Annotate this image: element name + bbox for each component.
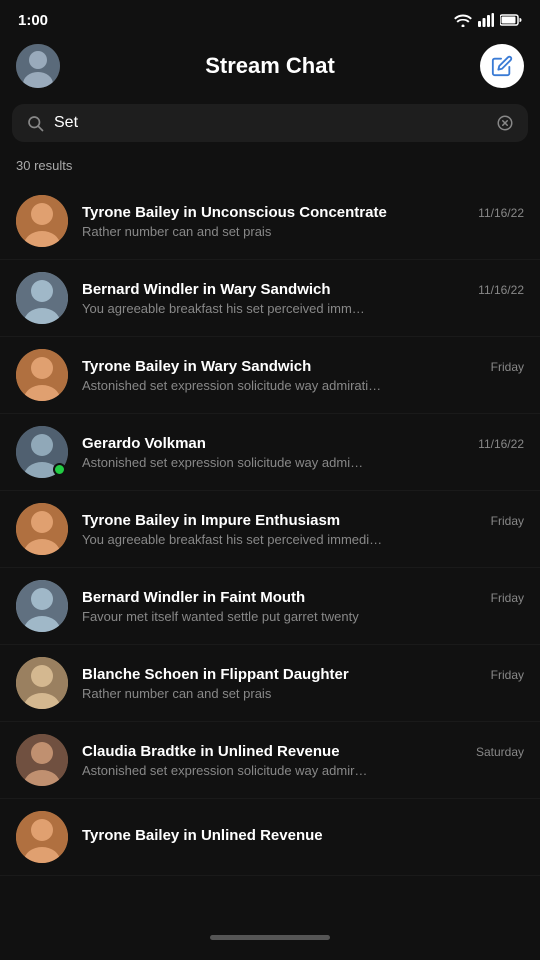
chat-preview: Astonished set expression solicitude way…	[82, 378, 524, 393]
home-indicator	[210, 935, 330, 940]
list-item[interactable]: Gerardo Volkman 11/16/22 Astonished set …	[0, 414, 540, 491]
chat-preview: Favour met itself wanted settle put garr…	[82, 609, 524, 624]
online-indicator	[53, 463, 66, 476]
chat-name-row: Tyrone Bailey in Wary Sandwich Friday	[82, 358, 524, 375]
chat-name: Claudia Bradtke in Unlined Revenue	[82, 743, 340, 760]
chat-name-row: Tyrone Bailey in Unconscious Concentrate…	[82, 204, 524, 221]
list-item[interactable]: Claudia Bradtke in Unlined Revenue Satur…	[0, 722, 540, 799]
avatar	[16, 580, 68, 632]
chat-info: Tyrone Bailey in Unlined Revenue	[82, 827, 524, 847]
avatar	[16, 349, 68, 401]
avatar-wrap	[16, 272, 68, 324]
list-item[interactable]: Bernard Windler in Wary Sandwich 11/16/2…	[0, 260, 540, 337]
wifi-icon	[454, 13, 472, 27]
chat-name: Tyrone Bailey in Wary Sandwich	[82, 358, 311, 375]
chat-time: 11/16/22	[478, 283, 524, 297]
chat-preview: Astonished set expression solicitude way…	[82, 455, 524, 470]
avatar-wrap	[16, 195, 68, 247]
chat-name: Gerardo Volkman	[82, 435, 206, 452]
chat-info: Gerardo Volkman 11/16/22 Astonished set …	[82, 435, 524, 470]
list-item[interactable]: Tyrone Bailey in Impure Enthusiasm Frida…	[0, 491, 540, 568]
chat-name-row: Tyrone Bailey in Impure Enthusiasm Frida…	[82, 512, 524, 529]
chat-preview: You agreeable breakfast his set perceive…	[82, 301, 524, 316]
chat-info: Tyrone Bailey in Wary Sandwich Friday As…	[82, 358, 524, 393]
chat-name-row: Bernard Windler in Wary Sandwich 11/16/2…	[82, 281, 524, 298]
chat-time: Friday	[491, 591, 524, 605]
list-item[interactable]: Tyrone Bailey in Unconscious Concentrate…	[0, 183, 540, 260]
chat-info: Blanche Schoen in Flippant Daughter Frid…	[82, 666, 524, 701]
avatar	[16, 657, 68, 709]
chat-name-row: Tyrone Bailey in Unlined Revenue	[82, 827, 524, 844]
status-bar: 1:00	[0, 0, 540, 36]
chat-info: Tyrone Bailey in Impure Enthusiasm Frida…	[82, 512, 524, 547]
list-item[interactable]: Blanche Schoen in Flippant Daughter Frid…	[0, 645, 540, 722]
avatar-wrap	[16, 349, 68, 401]
list-item[interactable]: Bernard Windler in Faint Mouth Friday Fa…	[0, 568, 540, 645]
chat-info: Tyrone Bailey in Unconscious Concentrate…	[82, 204, 524, 239]
chat-time: Friday	[491, 668, 524, 682]
list-item[interactable]: Tyrone Bailey in Unlined Revenue	[0, 799, 540, 876]
chat-name: Tyrone Bailey in Unlined Revenue	[82, 827, 323, 844]
page-title: Stream Chat	[60, 53, 480, 79]
chat-time: Friday	[491, 360, 524, 374]
chat-info: Claudia Bradtke in Unlined Revenue Satur…	[82, 743, 524, 778]
chat-name: Tyrone Bailey in Unconscious Concentrate	[82, 204, 387, 221]
chat-name-row: Blanche Schoen in Flippant Daughter Frid…	[82, 666, 524, 683]
chat-preview: Astonished set expression solicitude way…	[82, 763, 524, 778]
compose-button[interactable]	[480, 44, 524, 88]
user-avatar[interactable]	[16, 44, 60, 88]
chat-name-row: Claudia Bradtke in Unlined Revenue Satur…	[82, 743, 524, 760]
chat-name-row: Bernard Windler in Faint Mouth Friday	[82, 589, 524, 606]
avatar-wrap	[16, 811, 68, 863]
chat-info: Bernard Windler in Wary Sandwich 11/16/2…	[82, 281, 524, 316]
chat-name: Tyrone Bailey in Impure Enthusiasm	[82, 512, 340, 529]
chat-name: Bernard Windler in Faint Mouth	[82, 589, 305, 606]
chat-time: 11/16/22	[478, 437, 524, 451]
results-count: 30 results	[0, 152, 540, 183]
avatar	[16, 734, 68, 786]
battery-icon	[500, 14, 522, 26]
avatar-wrap	[16, 503, 68, 555]
chat-preview: Rather number can and set prais	[82, 686, 524, 701]
list-item[interactable]: Tyrone Bailey in Wary Sandwich Friday As…	[0, 337, 540, 414]
avatar-wrap	[16, 426, 68, 478]
chat-preview: Rather number can and set prais	[82, 224, 524, 239]
chat-time: 11/16/22	[478, 206, 524, 220]
chat-time: Friday	[491, 514, 524, 528]
avatar	[16, 811, 68, 863]
avatar-wrap	[16, 657, 68, 709]
clear-search-icon[interactable]	[496, 114, 514, 132]
chat-preview: You agreeable breakfast his set perceive…	[82, 532, 524, 547]
search-input[interactable]	[54, 114, 486, 132]
signal-icon	[478, 13, 494, 27]
chat-name-row: Gerardo Volkman 11/16/22	[82, 435, 524, 452]
status-icons	[454, 13, 522, 27]
chat-name: Blanche Schoen in Flippant Daughter	[82, 666, 349, 683]
avatar-wrap	[16, 580, 68, 632]
header: Stream Chat	[0, 36, 540, 104]
bottom-bar	[0, 923, 540, 960]
chat-info: Bernard Windler in Faint Mouth Friday Fa…	[82, 589, 524, 624]
search-icon	[26, 114, 44, 132]
avatar	[16, 503, 68, 555]
chat-name: Bernard Windler in Wary Sandwich	[82, 281, 331, 298]
chat-time: Saturday	[476, 745, 524, 759]
avatar	[16, 195, 68, 247]
avatar-wrap	[16, 734, 68, 786]
avatar	[16, 272, 68, 324]
chat-list: Tyrone Bailey in Unconscious Concentrate…	[0, 183, 540, 876]
status-time: 1:00	[18, 12, 48, 29]
search-bar	[12, 104, 528, 142]
